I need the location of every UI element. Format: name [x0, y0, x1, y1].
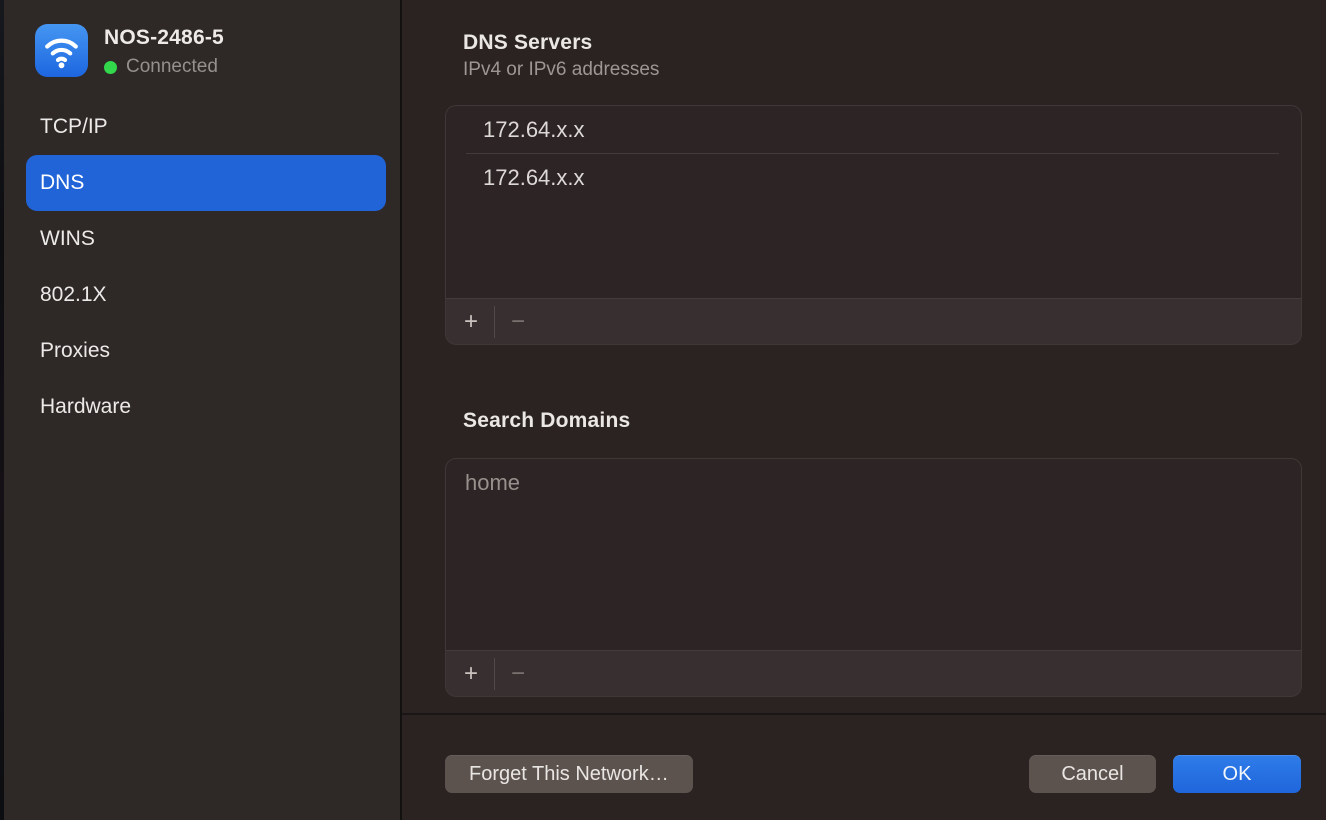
footer-divider: [402, 713, 1326, 715]
network-sidebar: NOS-2486-5 Connected TCP/IP DNS WINS 802…: [4, 0, 400, 820]
network-header: NOS-2486-5 Connected: [35, 24, 224, 78]
network-meta: NOS-2486-5 Connected: [104, 24, 224, 78]
settings-nav: TCP/IP DNS WINS 802.1X Proxies Hardware: [26, 99, 386, 435]
add-dns-server-button[interactable]: +: [454, 305, 488, 339]
search-domains-header: Search Domains: [463, 409, 630, 433]
remove-search-domain-button[interactable]: −: [501, 657, 535, 691]
network-status-label: Connected: [126, 56, 218, 78]
ok-button[interactable]: OK: [1173, 755, 1301, 793]
action-bar: Forget This Network… Cancel OK: [445, 755, 1301, 793]
search-domains-toolbar: + −: [446, 650, 1301, 696]
remove-dns-server-button[interactable]: −: [501, 305, 535, 339]
sidebar-item-tcpip[interactable]: TCP/IP: [26, 99, 386, 155]
dns-list-toolbar: + −: [446, 298, 1301, 344]
dns-servers-subtitle: IPv4 or IPv6 addresses: [463, 59, 659, 81]
network-name: NOS-2486-5: [104, 26, 224, 50]
network-status: Connected: [104, 56, 224, 78]
cancel-button[interactable]: Cancel: [1029, 755, 1156, 793]
dns-server-row[interactable]: 172.64.x.x: [446, 154, 1301, 201]
sidebar-item-hardware[interactable]: Hardware: [26, 379, 386, 435]
dns-servers-title: DNS Servers: [463, 31, 659, 55]
wifi-icon: [35, 24, 88, 77]
connected-status-dot-icon: [104, 61, 117, 74]
dns-settings-panel: DNS Servers IPv4 or IPv6 addresses 172.6…: [402, 0, 1326, 820]
sidebar-item-8021x[interactable]: 802.1X: [26, 267, 386, 323]
dns-servers-header: DNS Servers IPv4 or IPv6 addresses: [463, 31, 659, 81]
search-domains-list: home + −: [445, 458, 1302, 697]
add-search-domain-button[interactable]: +: [454, 657, 488, 691]
sidebar-item-proxies[interactable]: Proxies: [26, 323, 386, 379]
search-domains-title: Search Domains: [463, 409, 630, 433]
dns-servers-list: 172.64.x.x 172.64.x.x + −: [445, 105, 1302, 345]
toolbar-separator: [494, 306, 495, 338]
sidebar-item-dns[interactable]: DNS: [26, 155, 386, 211]
toolbar-separator: [494, 658, 495, 690]
forget-network-button[interactable]: Forget This Network…: [445, 755, 693, 793]
sidebar-item-wins[interactable]: WINS: [26, 211, 386, 267]
dns-server-row[interactable]: 172.64.x.x: [446, 106, 1301, 153]
search-domain-row[interactable]: home: [446, 459, 1301, 506]
